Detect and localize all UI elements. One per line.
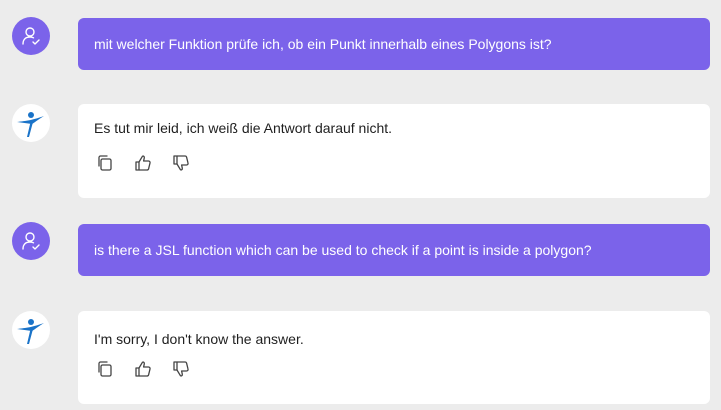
bot-logo-icon (17, 112, 44, 137)
assistant-avatar (12, 104, 50, 142)
user-message-bubble: is there a JSL function which can be use… (78, 224, 710, 276)
user-message-bubble: mit welcher Funktion prüfe ich, ob ein P… (78, 18, 710, 70)
user-avatar (12, 222, 50, 260)
assistant-message-text: I'm sorry, I don't know the answer. (94, 331, 304, 347)
user-check-icon (22, 27, 40, 45)
user-check-icon (22, 232, 40, 250)
thumbs-down-icon[interactable] (171, 359, 191, 379)
thumbs-up-icon[interactable] (133, 153, 153, 173)
copy-icon[interactable] (95, 153, 115, 173)
copy-icon[interactable] (95, 359, 115, 379)
assistant-avatar (12, 311, 50, 349)
assistant-message-text: Es tut mir leid, ich weiß die Antwort da… (94, 120, 393, 136)
assistant-message-bubble: I'm sorry, I don't know the answer. (78, 311, 710, 404)
user-avatar (12, 17, 50, 55)
user-message-text: is there a JSL function which can be use… (94, 242, 592, 258)
thumbs-up-icon[interactable] (133, 359, 153, 379)
user-message-text: mit welcher Funktion prüfe ich, ob ein P… (94, 36, 552, 52)
thumbs-down-icon[interactable] (171, 153, 191, 173)
bot-logo-icon (17, 319, 44, 344)
assistant-message-bubble: Es tut mir leid, ich weiß die Antwort da… (78, 104, 710, 198)
chat-thread: mit welcher Funktion prüfe ich, ob ein P… (0, 0, 721, 410)
message-actions (95, 359, 191, 379)
message-actions (95, 153, 191, 173)
